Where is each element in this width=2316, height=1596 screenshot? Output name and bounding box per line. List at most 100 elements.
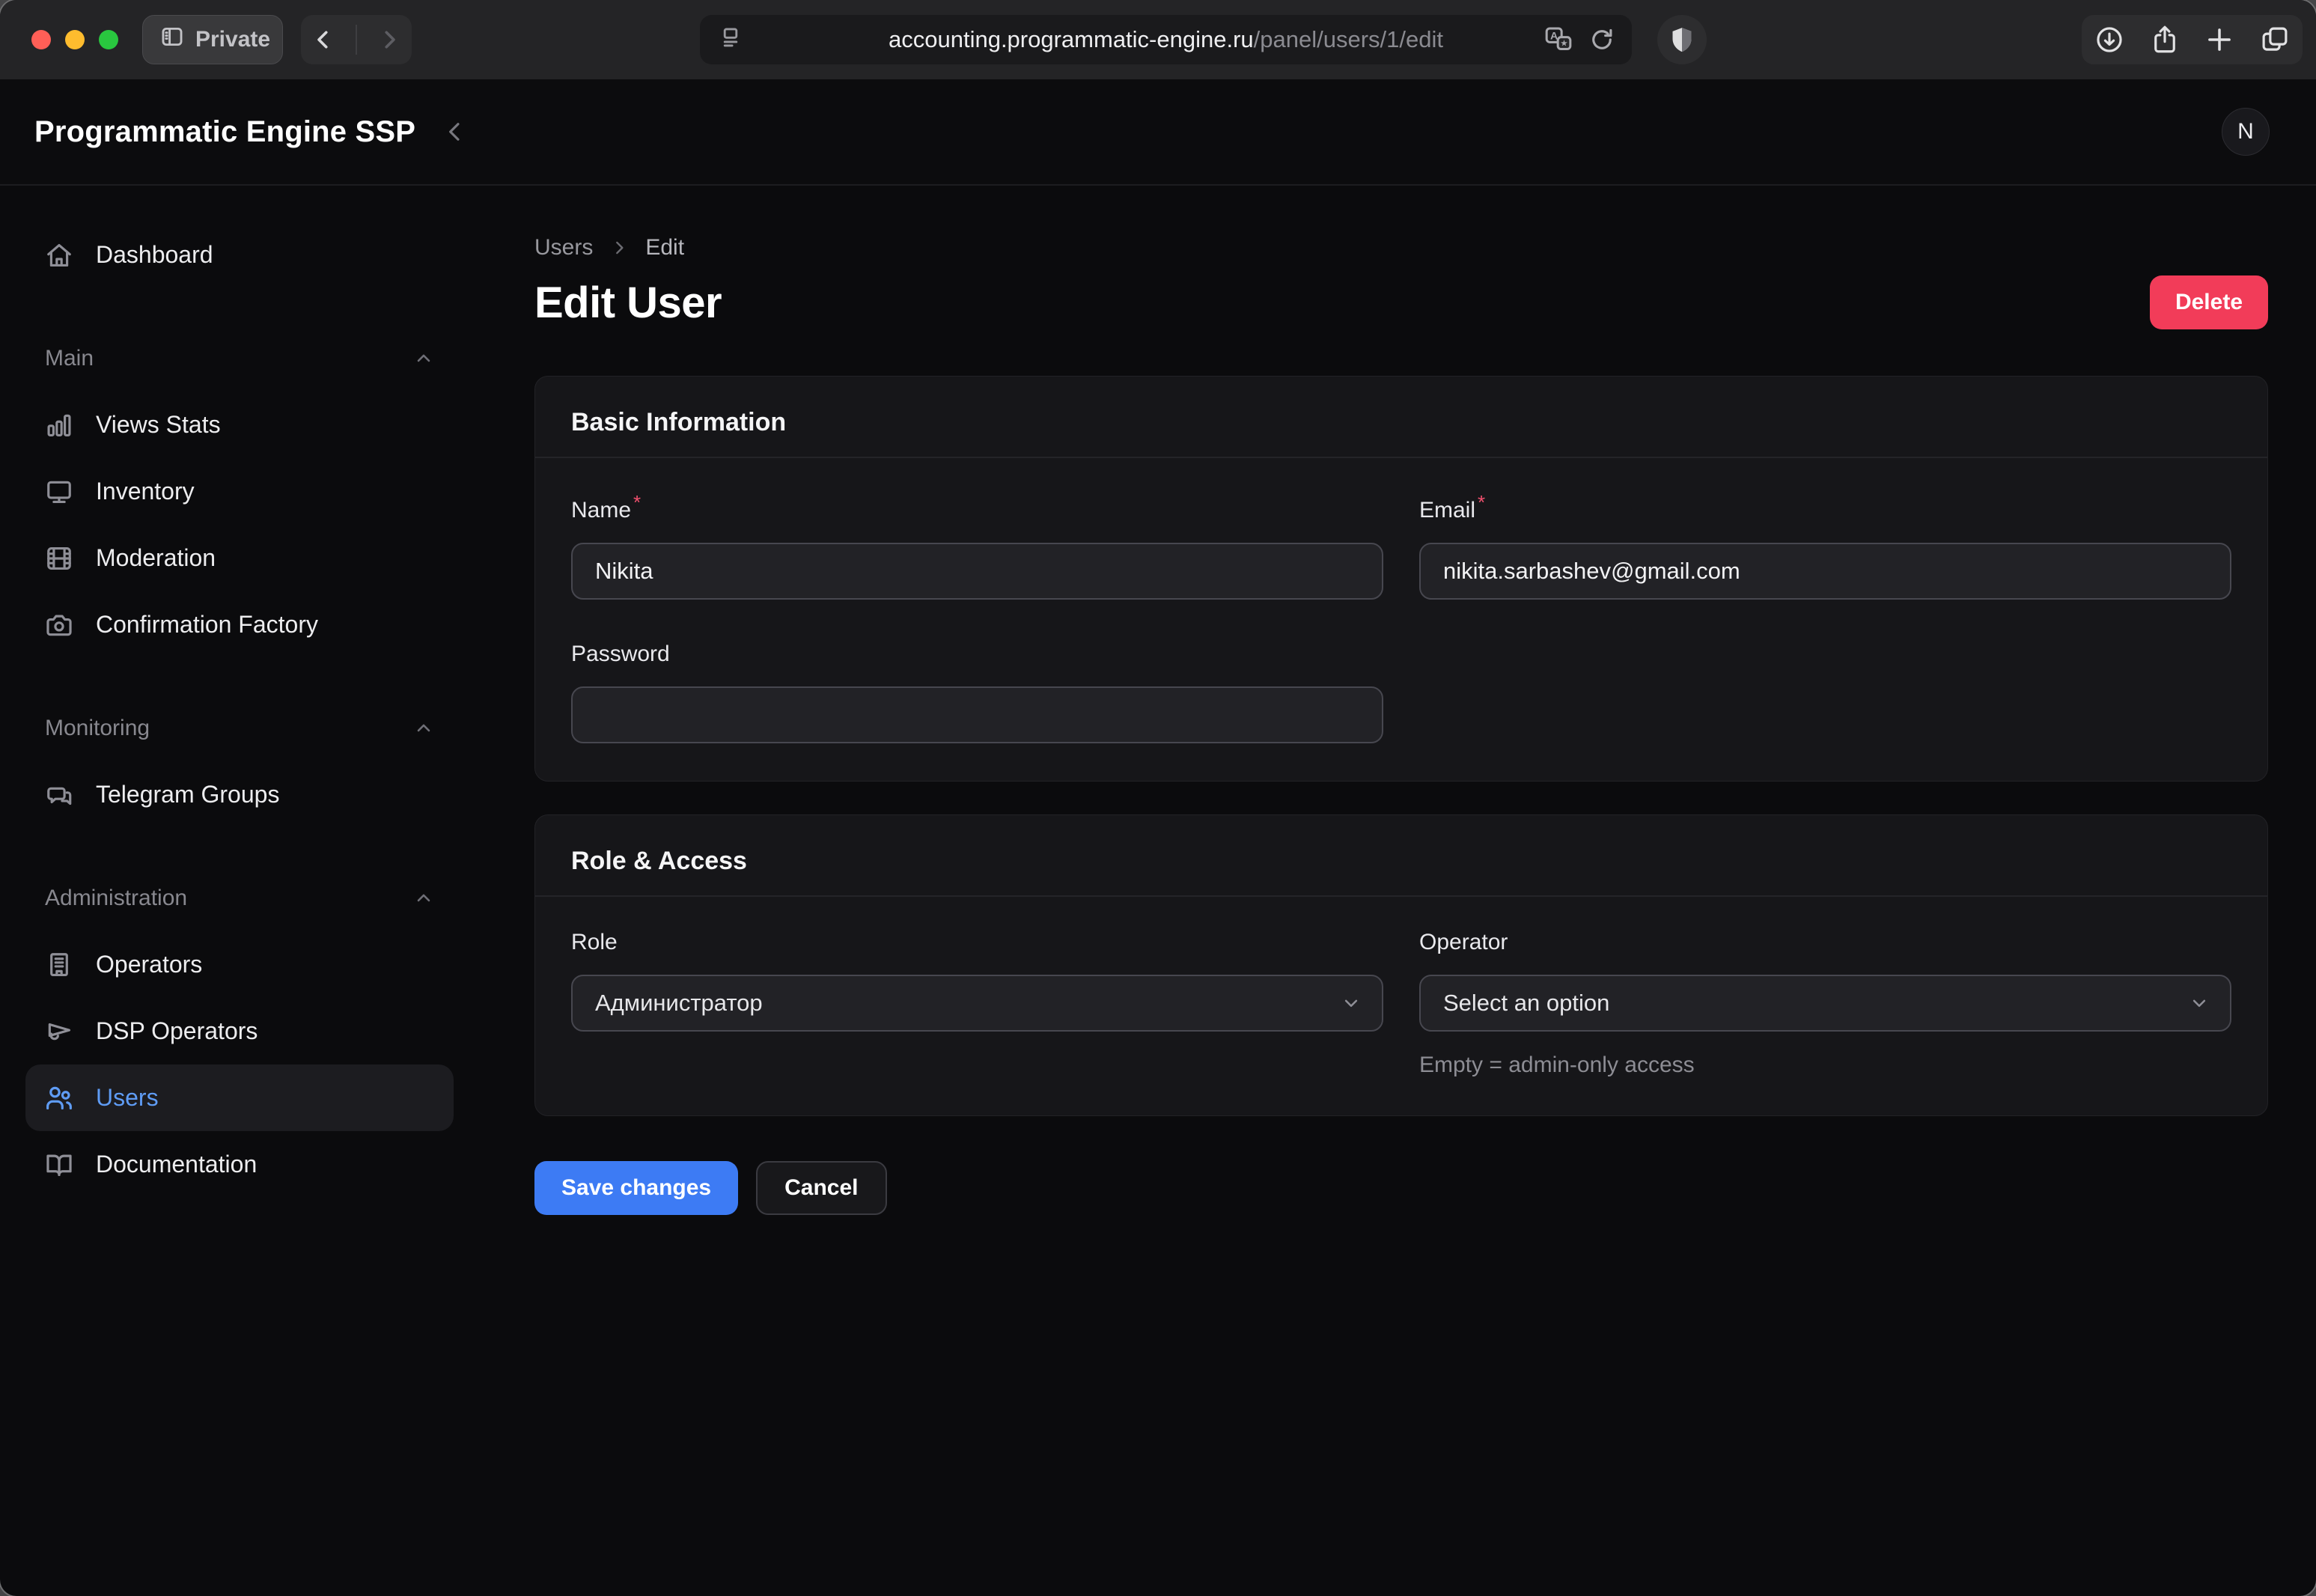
form-actions: Save changes Cancel xyxy=(534,1161,2268,1215)
url-path: /panel/users/1/edit xyxy=(1254,26,1443,52)
reload-icon[interactable] xyxy=(1588,26,1615,53)
shield-icon xyxy=(1667,25,1697,55)
sidebar-item-moderation[interactable]: Moderation xyxy=(25,525,454,591)
operator-hint: Empty = admin-only access xyxy=(1419,1053,2231,1078)
sidebar-icon xyxy=(159,24,185,55)
private-browsing-badge[interactable]: Private xyxy=(142,15,283,64)
password-field: Password xyxy=(571,642,1383,743)
sidebar-item-label: Confirmation Factory xyxy=(96,611,318,639)
home-icon xyxy=(45,241,73,269)
sidebar-item-telegram-groups[interactable]: Telegram Groups xyxy=(25,761,454,828)
address-bar[interactable]: accounting.programmatic-engine.ru/panel/… xyxy=(700,15,1632,64)
email-input[interactable] xyxy=(1419,543,2231,600)
svg-text:★: ★ xyxy=(1560,39,1567,49)
page-title: Edit User xyxy=(534,278,722,328)
browser-window: Private accounting.programmatic-engine.r… xyxy=(0,0,2316,1596)
sidebar-item-label: Telegram Groups xyxy=(96,781,279,808)
cancel-button[interactable]: Cancel xyxy=(756,1161,886,1215)
sidebar-section-main[interactable]: Main xyxy=(25,325,454,392)
sidebar-item-operators[interactable]: Operators xyxy=(25,931,454,998)
back-button[interactable] xyxy=(310,26,337,53)
url-text: accounting.programmatic-engine.ru/panel/… xyxy=(700,26,1632,53)
chevron-down-icon xyxy=(2188,992,2210,1014)
sidebar-section-administration[interactable]: Administration xyxy=(25,865,454,931)
sidebar: Dashboard Main Views Stats Inventory Mod… xyxy=(0,186,479,1596)
sidebar-item-label: Dashboard xyxy=(96,241,213,269)
sidebar-item-label: Documentation xyxy=(96,1151,257,1178)
card-header: Role & Access xyxy=(535,815,2267,897)
avatar[interactable]: N xyxy=(2222,108,2270,156)
delete-button[interactable]: Delete xyxy=(2150,275,2268,329)
breadcrumb-current: Edit xyxy=(645,235,684,261)
privacy-shield-button[interactable] xyxy=(1657,15,1707,64)
card-title: Basic Information xyxy=(571,408,786,436)
share-button[interactable] xyxy=(2149,24,2181,55)
email-field: Email* xyxy=(1419,491,2231,600)
name-label: Name* xyxy=(571,491,1383,523)
forward-button[interactable] xyxy=(376,26,403,53)
nav-divider xyxy=(356,25,357,55)
role-field: Role Администратор xyxy=(571,930,1383,1078)
chevron-down-icon xyxy=(1340,992,1362,1014)
sidebar-item-views-stats[interactable]: Views Stats xyxy=(25,392,454,458)
book-open-icon xyxy=(45,1151,73,1179)
sidebar-item-label: Moderation xyxy=(96,544,216,572)
chevron-up-icon xyxy=(413,348,434,369)
operator-selected-value: Select an option xyxy=(1443,990,1609,1017)
private-label: Private xyxy=(195,27,270,52)
zoom-window-button[interactable] xyxy=(99,30,118,49)
required-marker: * xyxy=(1478,491,1485,514)
downloads-button[interactable] xyxy=(2094,24,2125,55)
sidebar-item-dsp-operators[interactable]: DSP Operators xyxy=(25,998,454,1064)
toolbar-actions xyxy=(2082,15,2303,64)
chevron-up-icon xyxy=(413,718,434,739)
sidebar-item-inventory[interactable]: Inventory xyxy=(25,458,454,525)
new-tab-button[interactable] xyxy=(2204,24,2235,55)
sidebar-item-label: Inventory xyxy=(96,478,195,505)
role-select[interactable]: Администратор xyxy=(571,975,1383,1032)
operator-select[interactable]: Select an option xyxy=(1419,975,2231,1032)
monitor-icon xyxy=(45,478,73,506)
sidebar-item-label: Operators xyxy=(96,951,202,978)
chevron-left-icon xyxy=(441,118,469,146)
sidebar-item-label: Views Stats xyxy=(96,411,221,439)
minimize-window-button[interactable] xyxy=(65,30,85,49)
role-selected-value: Администратор xyxy=(595,990,763,1017)
chat-bubbles-icon xyxy=(45,781,73,809)
name-input[interactable] xyxy=(571,543,1383,600)
sidebar-item-users[interactable]: Users xyxy=(25,1064,454,1131)
translate-icon[interactable]: A★ xyxy=(1544,25,1573,55)
operator-field: Operator Select an option Empty = admin-… xyxy=(1419,930,2231,1078)
section-label: Administration xyxy=(45,886,187,911)
save-button[interactable]: Save changes xyxy=(534,1161,738,1215)
megaphone-icon xyxy=(45,1017,73,1046)
app-header: Programmatic Engine SSP N xyxy=(0,79,2316,186)
card-title: Role & Access xyxy=(571,847,747,875)
sidebar-item-dashboard[interactable]: Dashboard xyxy=(25,222,454,288)
camera-icon xyxy=(45,611,73,639)
role-label: Role xyxy=(571,930,1383,955)
collapse-sidebar-button[interactable] xyxy=(441,118,469,146)
card-header: Basic Information xyxy=(535,377,2267,458)
close-window-button[interactable] xyxy=(31,30,51,49)
tab-overview-button[interactable] xyxy=(2259,24,2291,55)
sidebar-section-monitoring[interactable]: Monitoring xyxy=(25,695,454,761)
operator-label: Operator xyxy=(1419,930,2231,955)
bar-chart-icon xyxy=(45,411,73,439)
role-access-card: Role & Access Role Администратор Operato… xyxy=(534,814,2268,1116)
password-input[interactable] xyxy=(571,686,1383,743)
basic-information-card: Basic Information Name* Email* Password xyxy=(534,376,2268,782)
url-host: accounting.programmatic-engine.ru xyxy=(889,26,1254,52)
building-icon xyxy=(45,951,73,979)
password-label: Password xyxy=(571,642,1383,667)
history-nav xyxy=(301,15,412,64)
sidebar-item-documentation[interactable]: Documentation xyxy=(25,1131,454,1198)
section-label: Monitoring xyxy=(45,716,150,741)
section-label: Main xyxy=(45,346,94,371)
users-icon xyxy=(45,1084,73,1112)
breadcrumb-users-link[interactable]: Users xyxy=(534,235,593,261)
chevron-up-icon xyxy=(413,888,434,909)
sidebar-item-confirmation-factory[interactable]: Confirmation Factory xyxy=(25,591,454,658)
app-title: Programmatic Engine SSP xyxy=(34,115,415,149)
film-icon xyxy=(45,544,73,573)
